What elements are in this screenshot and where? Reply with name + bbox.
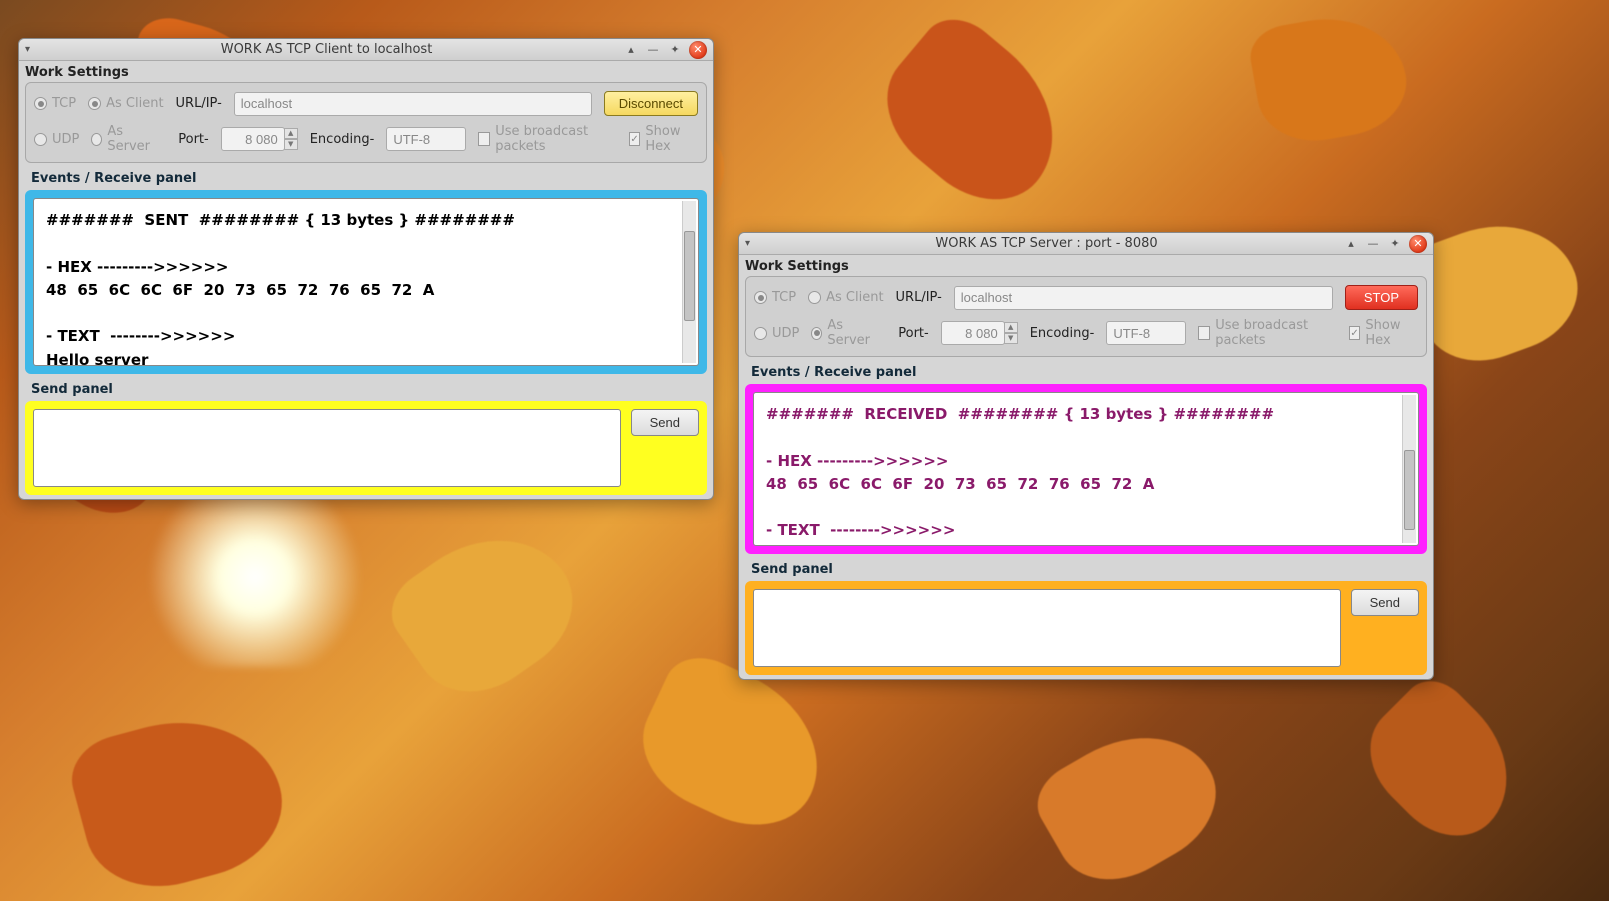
send-button[interactable]: Send [1351,589,1419,616]
send-panel: Send [25,401,707,495]
radio-as-server[interactable]: As Server [811,318,878,348]
url-label: URL/IP- [896,290,942,305]
broadcast-checkbox[interactable]: Use broadcast packets [1198,318,1336,348]
send-heading: Send panel [19,378,713,397]
titlebar[interactable]: ▾ WORK AS TCP Server : port - 8080 ▴ — ✦… [739,233,1433,255]
stop-button[interactable]: STOP [1345,285,1418,310]
send-panel: Send [745,581,1427,675]
radio-as-server[interactable]: As Server [91,124,158,154]
window-title: WORK AS TCP Server : port - 8080 [750,236,1343,251]
close-button[interactable]: ✕ [1409,235,1427,253]
rollup-button[interactable]: ▴ [1343,236,1359,252]
close-button[interactable]: ✕ [689,41,707,59]
work-settings-heading: Work Settings [739,255,1433,276]
show-hex-checkbox[interactable]: ✓Show Hex [629,124,698,154]
port-input[interactable] [941,321,1005,345]
port-label: Port- [178,132,208,147]
maximize-button[interactable]: ✦ [1387,236,1403,252]
receive-panel: ####### SENT ######## { 13 bytes } #####… [25,190,707,374]
encoding-input[interactable] [386,127,466,151]
radio-tcp[interactable]: TCP [754,290,796,305]
send-heading: Send panel [739,558,1433,577]
receive-panel: ####### RECEIVED ######## { 13 bytes } #… [745,384,1427,554]
scrollbar[interactable] [682,201,696,363]
radio-tcp[interactable]: TCP [34,96,76,111]
work-settings-panel: TCP As Client URL/IP- Disconnect UDP As … [25,82,707,163]
send-button[interactable]: Send [631,409,699,436]
port-spinner[interactable]: ▲▼ [1004,322,1018,344]
broadcast-checkbox[interactable]: Use broadcast packets [478,124,616,154]
window-title: WORK AS TCP Client to localhost [30,42,623,57]
maximize-button[interactable]: ✦ [667,42,683,58]
url-label: URL/IP- [176,96,222,111]
radio-udp[interactable]: UDP [34,132,79,147]
scrollbar[interactable] [1402,395,1416,543]
send-textarea[interactable] [753,589,1341,667]
encoding-label: Encoding- [310,132,375,147]
receive-log[interactable]: ####### RECEIVED ######## { 13 bytes } #… [753,392,1419,546]
events-heading: Events / Receive panel [739,357,1433,380]
port-spinner[interactable]: ▲▼ [284,128,298,150]
rollup-button[interactable]: ▴ [623,42,639,58]
titlebar[interactable]: ▾ WORK AS TCP Client to localhost ▴ — ✦ … [19,39,713,61]
tcp-server-window: ▾ WORK AS TCP Server : port - 8080 ▴ — ✦… [738,232,1434,680]
tcp-client-window: ▾ WORK AS TCP Client to localhost ▴ — ✦ … [18,38,714,500]
radio-as-client[interactable]: As Client [88,96,163,111]
minimize-button[interactable]: — [645,42,661,58]
receive-log[interactable]: ####### SENT ######## { 13 bytes } #####… [33,198,699,366]
radio-udp[interactable]: UDP [754,326,799,341]
work-settings-panel: TCP As Client URL/IP- STOP UDP As Server… [745,276,1427,357]
encoding-label: Encoding- [1030,326,1095,341]
encoding-input[interactable] [1106,321,1186,345]
work-settings-heading: Work Settings [19,61,713,82]
events-heading: Events / Receive panel [19,163,713,186]
url-input[interactable] [234,92,592,116]
url-input[interactable] [954,286,1333,310]
port-input[interactable] [221,127,285,151]
show-hex-checkbox[interactable]: ✓Show Hex [1349,318,1418,348]
disconnect-button[interactable]: Disconnect [604,91,698,116]
minimize-button[interactable]: — [1365,236,1381,252]
send-textarea[interactable] [33,409,621,487]
port-label: Port- [898,326,928,341]
radio-as-client[interactable]: As Client [808,290,883,305]
